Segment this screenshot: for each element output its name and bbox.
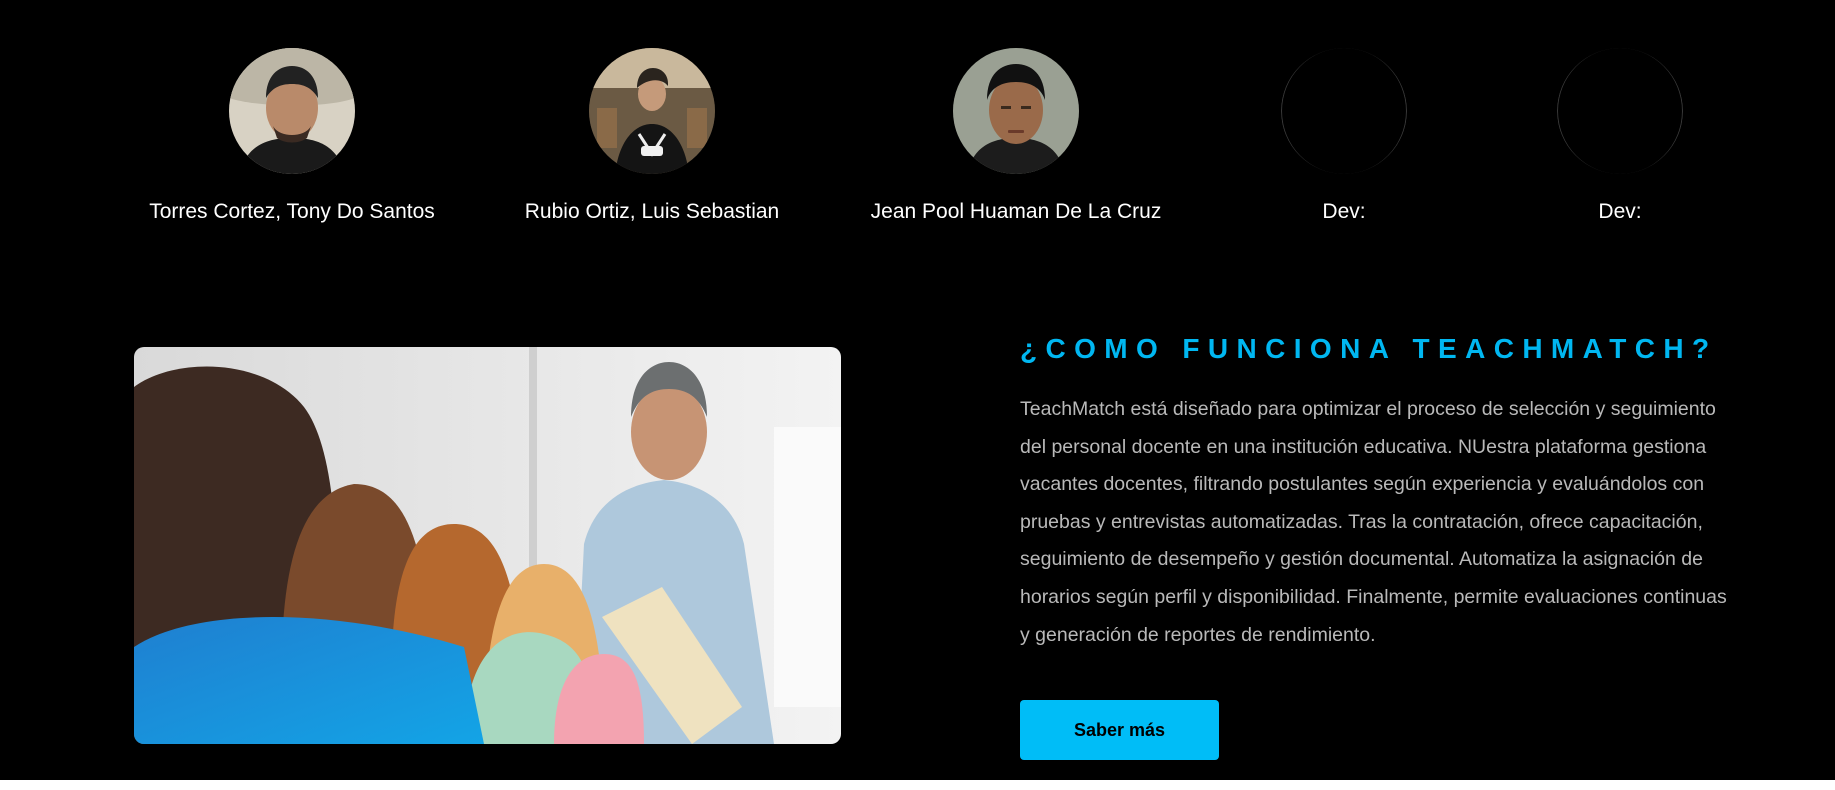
team-section: Torres Cortez, Tony Do Santos Rubio Orti… — [0, 0, 1835, 240]
broken-image-icon — [1281, 48, 1407, 174]
member-name: Rubio Ortiz, Luis Sebastian — [524, 200, 780, 223]
section-title: ¿COMO FUNCIONA TEACHMATCH? — [1020, 333, 1718, 364]
classroom-teacher-photo-icon — [134, 347, 841, 744]
page: Torres Cortez, Tony Do Santos Rubio Orti… — [0, 0, 1835, 780]
team-member-card: Jean Pool Huaman De La Cruz — [856, 48, 1176, 224]
team-member-card: Dev: — [1460, 48, 1780, 224]
member-avatar — [589, 48, 715, 174]
profile-photo-icon — [229, 48, 355, 174]
section-description: TeachMatch está diseñado para optimizar … — [1020, 398, 1727, 646]
team-member-card: Torres Cortez, Tony Do Santos — [132, 48, 452, 224]
about-section: ¿COMO FUNCIONA TEACHMATCH? TeachMatch es… — [1020, 333, 1740, 654]
classroom-photo — [134, 347, 841, 744]
member-name: Dev: — [1598, 200, 1642, 223]
profile-photo-icon — [953, 48, 1079, 174]
team-member-card: Rubio Ortiz, Luis Sebastian — [492, 48, 812, 224]
member-name: Dev: — [1322, 200, 1366, 223]
member-avatar — [953, 48, 1079, 174]
broken-image-icon — [1557, 48, 1683, 174]
team-member-card: Dev: — [1184, 48, 1504, 224]
member-name: Torres Cortez, Tony Do Santos — [149, 200, 435, 223]
member-avatar — [229, 48, 355, 174]
saber-mas-button[interactable]: Saber más — [1020, 700, 1219, 760]
profile-photo-icon — [589, 48, 715, 174]
member-name: Jean Pool Huaman De La Cruz — [870, 200, 1162, 223]
